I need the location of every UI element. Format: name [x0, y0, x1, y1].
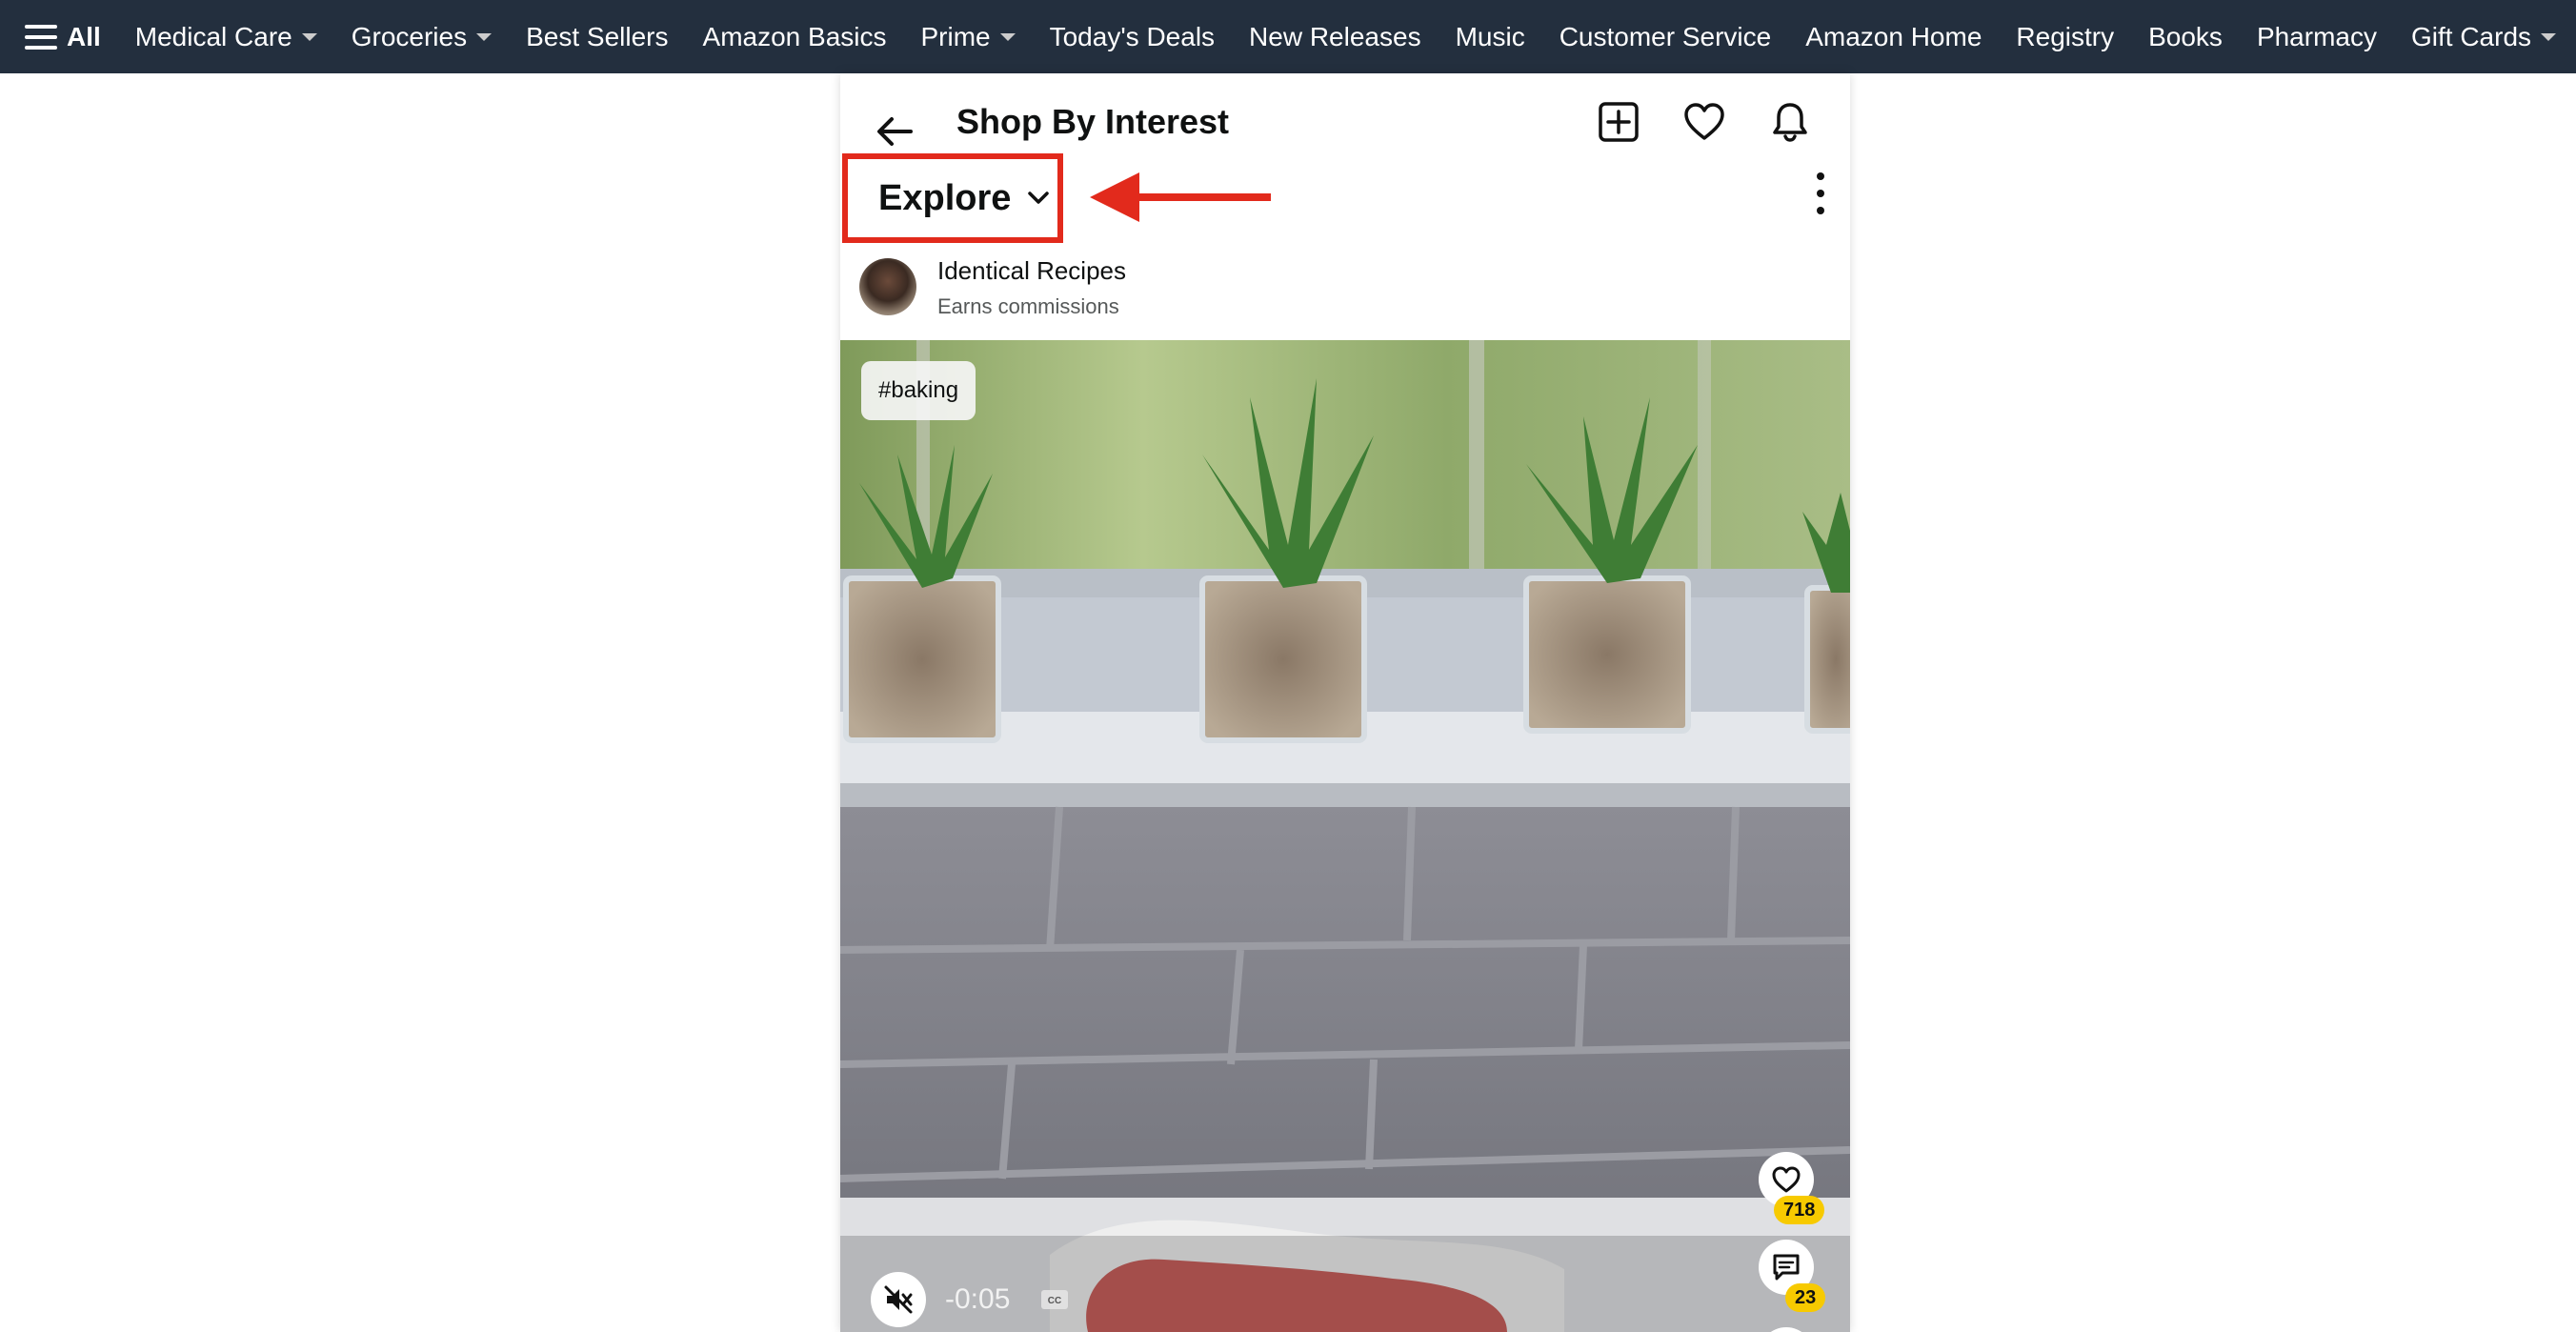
video-frame [840, 340, 1850, 1332]
video-player[interactable]: #baking 718 23 -0:05 CC [840, 340, 1850, 1332]
hamburger-menu-icon [25, 24, 57, 50]
author-name[interactable]: Identical Recipes [937, 256, 1126, 286]
comments-count-badge: 23 [1785, 1283, 1826, 1312]
comment-icon [1773, 1254, 1800, 1281]
nav-item-label: Groceries [351, 21, 468, 51]
nav-item-label: Amazon Basics [702, 21, 887, 51]
nav-item-label: Medical Care [134, 21, 292, 51]
nav-item-books[interactable]: Books [2148, 22, 2223, 52]
explore-label: Explore [878, 177, 1012, 218]
author-avatar[interactable] [859, 258, 916, 315]
panel-header: Shop By Interest Explore [840, 73, 1850, 245]
post-author-row: Identical Recipes Earns commissions [840, 247, 1850, 338]
nav-item-customer-service[interactable]: Customer Service [1560, 22, 1772, 52]
nav-item-label: Music [1455, 21, 1525, 51]
nav-item-medical-care[interactable]: Medical Care [135, 22, 317, 52]
all-menu-button[interactable]: All [25, 22, 101, 52]
chevron-down-icon [1028, 192, 1050, 204]
explore-dropdown[interactable]: Explore [842, 153, 1063, 243]
nav-item-gift-cards[interactable]: Gift Cards [2410, 21, 2557, 52]
add-post-icon[interactable] [1597, 100, 1640, 144]
nav-item-label: Registry [2016, 21, 2115, 51]
nav-item-label: Customer Service [1559, 21, 1772, 51]
nav-item-pharmacy[interactable]: Pharmacy [2257, 22, 2377, 52]
notifications-bell-icon[interactable] [1768, 100, 1812, 144]
caret-down-icon [2541, 32, 2557, 41]
shop-by-interest-panel: Shop By Interest Explore Identical Recip… [840, 73, 1850, 1332]
caret-down-icon [476, 32, 493, 41]
nav-item-label: Gift Cards [2410, 21, 2532, 51]
nav-item-registry[interactable]: Registry [2016, 22, 2114, 52]
page-title: Shop By Interest [956, 102, 1230, 141]
muted-speaker-icon [884, 1285, 913, 1314]
nav-item-best-sellers[interactable]: Best Sellers [526, 22, 668, 52]
nav-item-music[interactable]: Music [1456, 22, 1525, 52]
nav-item-label: Pharmacy [2256, 21, 2377, 51]
heart-icon [1772, 1166, 1801, 1193]
nav-item-label: New Releases [1249, 21, 1421, 51]
nav-item-label: Best Sellers [526, 21, 669, 51]
nav-item-label: Today's Deals [1049, 21, 1216, 51]
back-arrow-icon[interactable] [873, 110, 916, 153]
nav-item-label: Prime [920, 21, 991, 51]
nav-item-amazon-basics[interactable]: Amazon Basics [703, 22, 887, 52]
time-remaining: -0:05 [945, 1283, 1011, 1315]
nav-item-label: Books [2148, 21, 2223, 51]
caret-down-icon [301, 32, 317, 41]
all-menu-label: All [67, 21, 101, 51]
closed-captions-icon[interactable]: CC [1040, 1289, 1069, 1310]
nav-item-new-releases[interactable]: New Releases [1249, 22, 1421, 52]
nav-item-today-s-deals[interactable]: Today's Deals [1050, 22, 1215, 52]
nav-item-amazon-home[interactable]: Amazon Home [1805, 22, 1982, 52]
favorites-heart-icon[interactable] [1682, 100, 1726, 144]
author-subtitle: Earns commissions [937, 294, 1119, 318]
mute-toggle-button[interactable] [871, 1272, 926, 1327]
more-options-icon[interactable] [1816, 172, 1825, 214]
nav-item-prime[interactable]: Prime [920, 21, 1016, 52]
caret-down-icon [999, 32, 1016, 41]
hashtag-chip[interactable]: #baking [861, 361, 976, 420]
nav-item-label: Amazon Home [1805, 21, 1982, 51]
svg-text:CC: CC [1048, 1296, 1061, 1306]
top-navigation-bar: All Medical Care Groceries Best Sellers Ama… [0, 0, 2576, 73]
annotation-arrow-icon [1090, 172, 1271, 222]
nav-item-groceries[interactable]: Groceries [351, 21, 493, 52]
likes-count-badge: 718 [1774, 1196, 1825, 1224]
